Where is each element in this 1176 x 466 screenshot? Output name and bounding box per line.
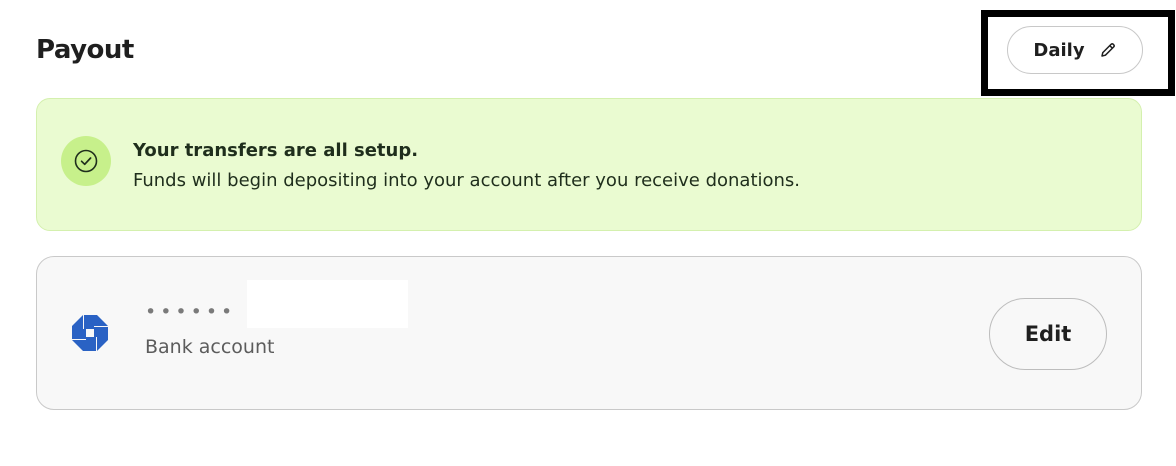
bank-account-card: •••••• Bank account Edit [36, 256, 1142, 410]
check-circle-icon [61, 136, 111, 186]
payout-frequency-button[interactable]: Daily [1007, 26, 1143, 74]
alert-title: Your transfers are all setup. [133, 140, 419, 161]
payout-frequency-label: Daily [1033, 39, 1085, 61]
payout-section: Payout Daily Your transfers are all setu… [0, 0, 1176, 466]
transfer-status-alert: Your transfers are all setup. Funds will… [36, 98, 1142, 231]
page-title: Payout [36, 35, 134, 65]
edit-bank-button[interactable]: Edit [989, 298, 1107, 370]
pencil-icon [1099, 41, 1117, 59]
bank-logo-icon [71, 314, 109, 352]
masked-account-number: •••••• [145, 301, 237, 323]
redacted-account-digits [247, 280, 408, 328]
alert-message: Funds will begin depositing into your ac… [133, 170, 801, 191]
account-type-label: Bank account [145, 336, 275, 358]
